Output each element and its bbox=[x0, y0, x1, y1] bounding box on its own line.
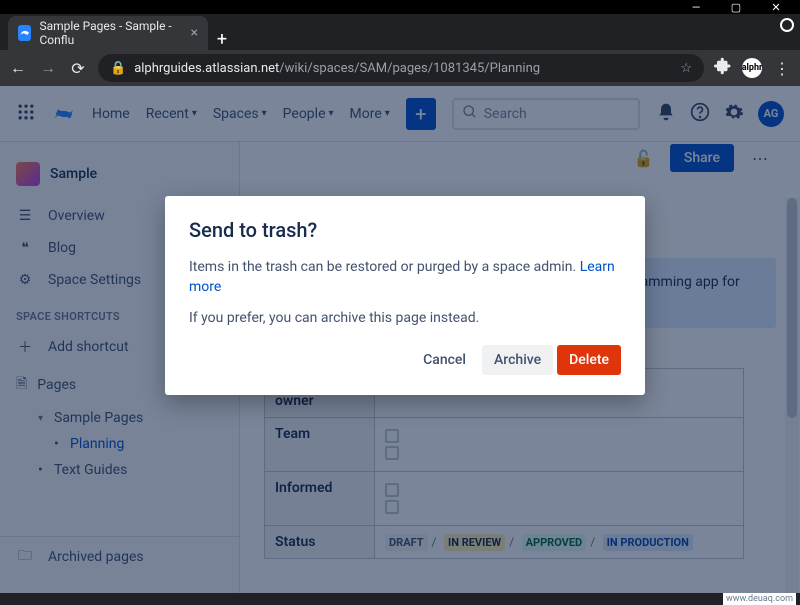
lock-icon: 🔒 bbox=[110, 61, 126, 76]
tab-close-icon[interactable]: × bbox=[191, 25, 198, 41]
account-indicator-icon[interactable] bbox=[780, 18, 794, 32]
browser-tab-bar: Sample Pages - Sample - Conflu × + bbox=[0, 14, 800, 50]
delete-button[interactable]: Delete bbox=[557, 345, 621, 375]
extensions-icon[interactable] bbox=[714, 57, 732, 79]
window-minimize-button[interactable]: — bbox=[676, 0, 716, 14]
browser-address-bar: ← → ⟳ 🔒 alphrguides.atlassian.net/wiki/s… bbox=[0, 50, 800, 86]
modal-body-line2: If you prefer, you can archive this page… bbox=[189, 309, 621, 329]
new-tab-button[interactable]: + bbox=[208, 29, 236, 50]
nav-back-button[interactable]: ← bbox=[8, 58, 28, 78]
modal-body-line1: Items in the trash can be restored or pu… bbox=[189, 258, 621, 297]
confluence-app: Home Recent▾ Spaces▾ People▾ More▾ + Sea… bbox=[0, 86, 800, 593]
browser-tab[interactable]: Sample Pages - Sample - Conflu × bbox=[8, 16, 208, 50]
window-close-button[interactable]: ✕ bbox=[756, 0, 796, 14]
cancel-button[interactable]: Cancel bbox=[411, 345, 478, 375]
bookmark-star-icon[interactable]: ☆ bbox=[680, 61, 692, 76]
delete-confirmation-modal: Send to trash? Items in the trash can be… bbox=[165, 196, 645, 395]
modal-title: Send to trash? bbox=[189, 218, 621, 242]
nav-forward-button[interactable]: → bbox=[38, 58, 58, 78]
url-text: alphrguides.atlassian.net/wiki/spaces/SA… bbox=[134, 61, 540, 76]
confluence-favicon bbox=[18, 25, 31, 41]
os-titlebar: — ▢ ✕ bbox=[0, 0, 800, 14]
tab-title: Sample Pages - Sample - Conflu bbox=[39, 19, 182, 47]
source-watermark: www.deuaq.com bbox=[723, 593, 796, 605]
archive-button[interactable]: Archive bbox=[482, 345, 553, 375]
window-maximize-button[interactable]: ▢ bbox=[716, 0, 756, 14]
profile-badge[interactable]: alphr bbox=[742, 58, 762, 78]
browser-menu-icon[interactable]: ⋮ bbox=[772, 59, 792, 78]
omnibox[interactable]: 🔒 alphrguides.atlassian.net/wiki/spaces/… bbox=[98, 54, 704, 82]
nav-reload-button[interactable]: ⟳ bbox=[68, 59, 88, 78]
